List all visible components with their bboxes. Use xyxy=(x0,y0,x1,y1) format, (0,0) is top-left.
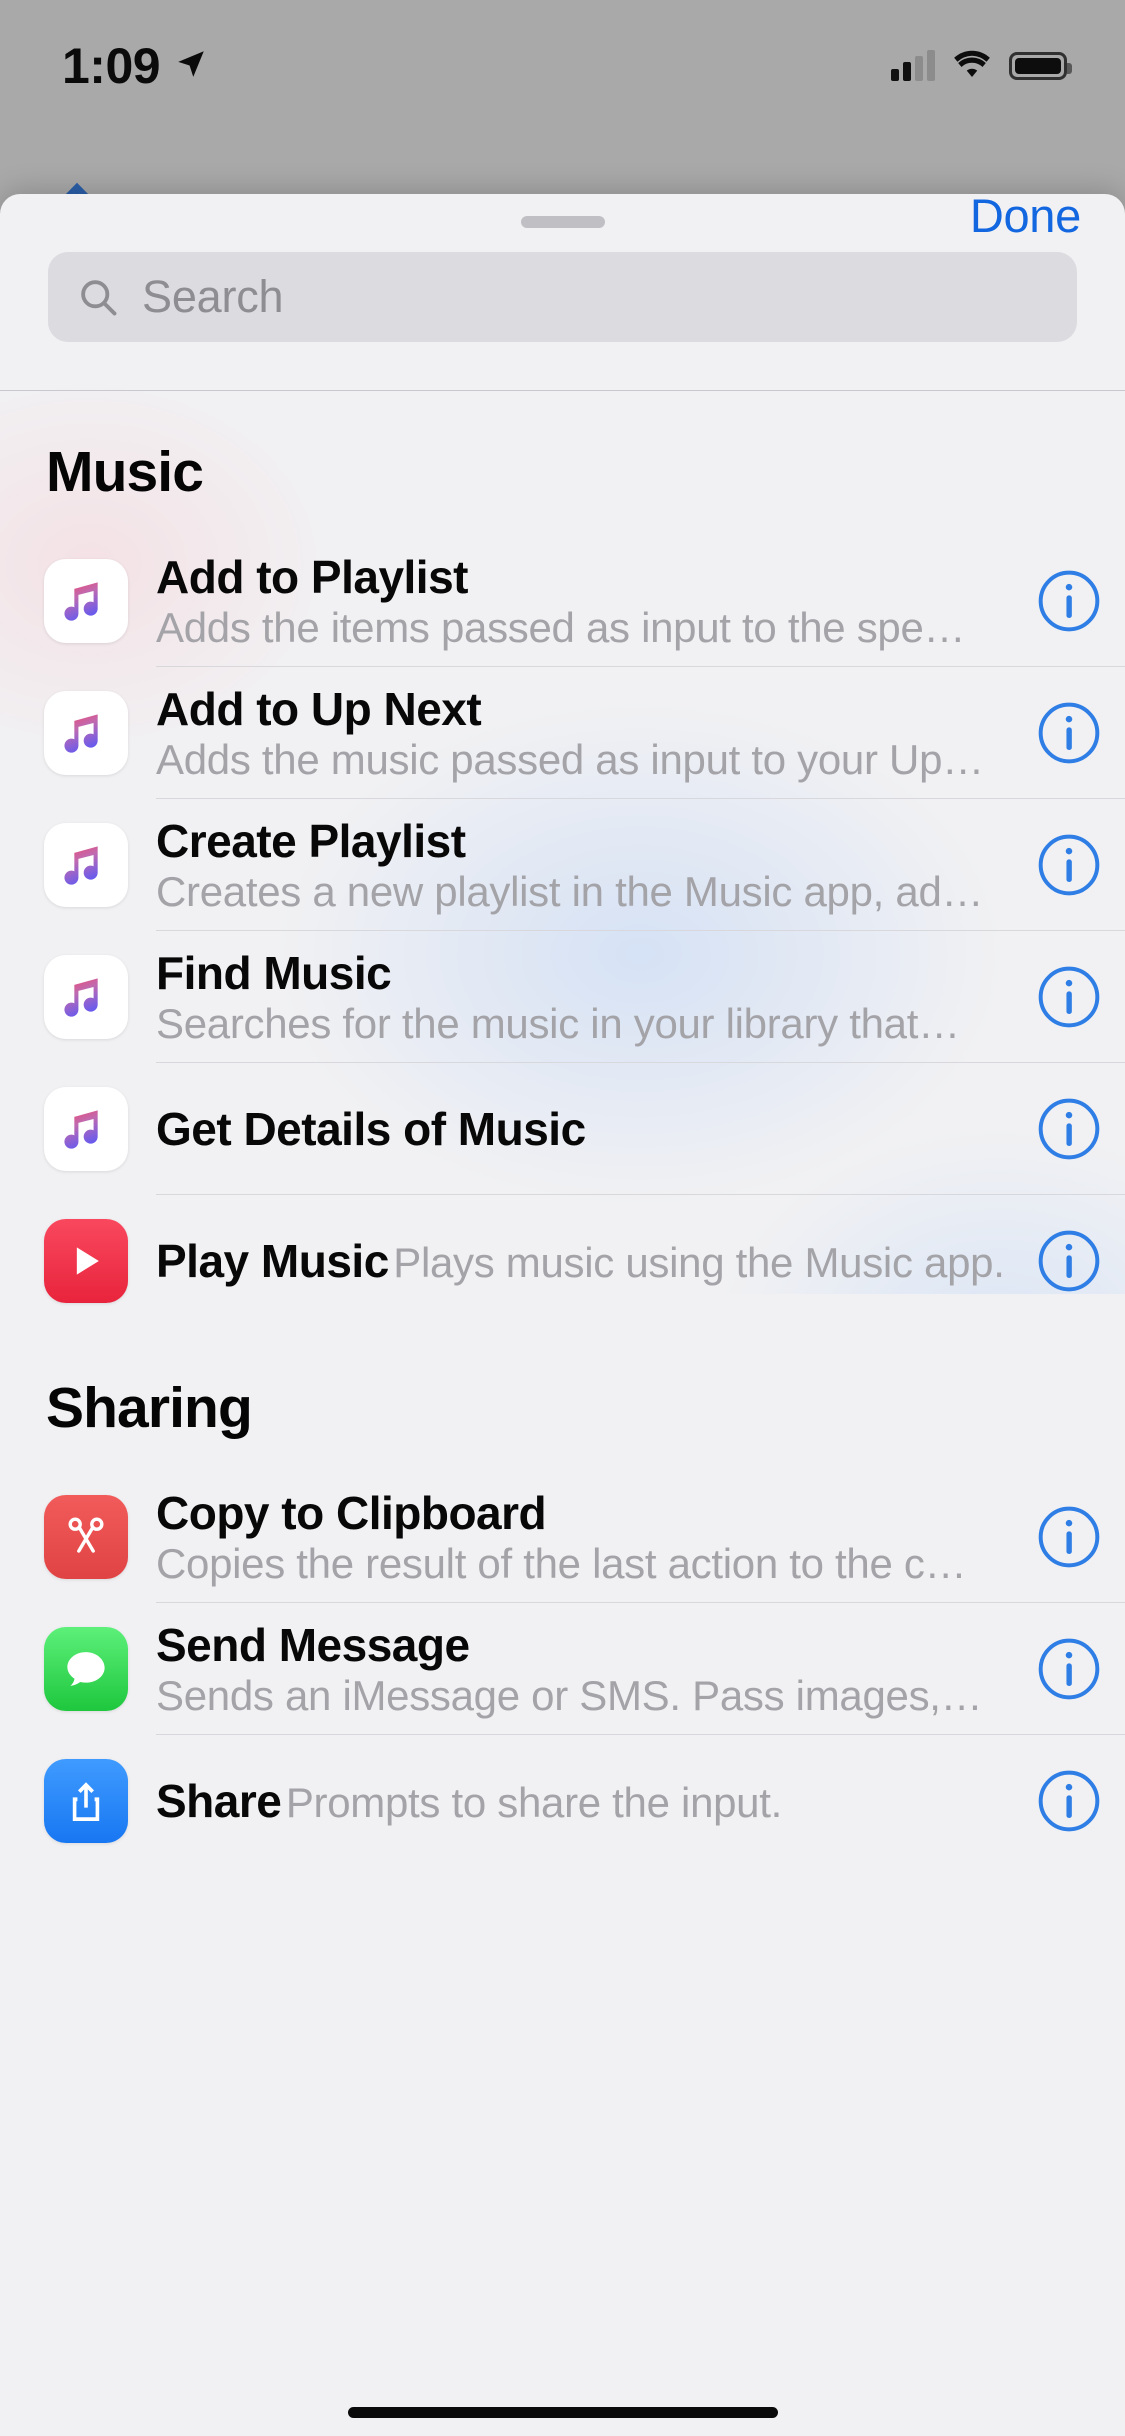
info-circle-icon[interactable] xyxy=(1035,831,1103,899)
action-row-text: Add to Up Next Adds the music passed as … xyxy=(128,682,1035,784)
sheet-grabber-handle[interactable] xyxy=(521,216,605,228)
music-app-icon xyxy=(44,955,128,1039)
action-row-text: Copy to Clipboard Copies the result of t… xyxy=(128,1486,1035,1588)
action-subtitle: Adds the items passed as input to the sp… xyxy=(156,604,965,651)
info-circle-icon[interactable] xyxy=(1035,1227,1103,1295)
section-header-sharing: Sharing xyxy=(0,1327,1125,1471)
play-music-icon xyxy=(44,1219,128,1303)
action-title: Play Music xyxy=(156,1235,389,1287)
search-bar-container xyxy=(0,252,1125,342)
location-arrow-icon xyxy=(174,47,208,86)
action-title: Add to Playlist xyxy=(156,551,468,603)
share-sheet-icon xyxy=(44,1759,128,1843)
action-title: Get Details of Music xyxy=(156,1103,586,1155)
info-circle-icon[interactable] xyxy=(1035,567,1103,635)
action-row-text: Play Music Plays music using the Music a… xyxy=(128,1234,1035,1288)
search-input[interactable] xyxy=(142,271,1049,323)
action-row-find-music[interactable]: Find Music Searches for the music in you… xyxy=(0,931,1125,1063)
action-title: Send Message xyxy=(156,1619,470,1671)
action-row-text: Add to Playlist Adds the items passed as… xyxy=(128,550,1035,652)
action-row-create-playlist[interactable]: Create Playlist Creates a new playlist i… xyxy=(0,799,1125,931)
action-title: Copy to Clipboard xyxy=(156,1487,546,1539)
action-title: Find Music xyxy=(156,947,391,999)
action-row-text: Share Prompts to share the input. xyxy=(128,1774,1035,1828)
action-row-text: Find Music Searches for the music in you… xyxy=(128,946,1035,1048)
action-picker-sheet: Music Add to Playlist Adds the items pas… xyxy=(0,194,1125,2436)
info-circle-icon[interactable] xyxy=(1035,699,1103,767)
action-subtitle: Copies the result of the last action to … xyxy=(156,1540,966,1587)
section-header-music: Music xyxy=(0,391,1125,535)
action-row-text: Send Message Sends an iMessage or SMS. P… xyxy=(128,1618,1035,1720)
music-app-icon xyxy=(44,823,128,907)
info-circle-icon[interactable] xyxy=(1035,1503,1103,1571)
action-row-add-to-playlist[interactable]: Add to Playlist Adds the items passed as… xyxy=(0,535,1125,667)
status-bar-clock: 1:09 xyxy=(62,37,160,95)
status-bar-right xyxy=(891,48,1067,85)
action-subtitle: Plays music using the Music app. xyxy=(393,1239,1004,1286)
info-circle-icon[interactable] xyxy=(1035,1635,1103,1703)
status-bar: 1:09 xyxy=(0,0,1125,132)
music-app-icon xyxy=(44,691,128,775)
action-title: Share xyxy=(156,1775,281,1827)
action-subtitle: Adds the music passed as input to your U… xyxy=(156,736,984,783)
messages-app-icon xyxy=(44,1627,128,1711)
action-row-add-to-up-next[interactable]: Add to Up Next Adds the music passed as … xyxy=(0,667,1125,799)
info-circle-icon[interactable] xyxy=(1035,1095,1103,1163)
music-app-icon xyxy=(44,1087,128,1171)
battery-icon xyxy=(1009,52,1067,80)
action-subtitle: Sends an iMessage or SMS. Pass images,… xyxy=(156,1672,982,1719)
copy-clipboard-icon xyxy=(44,1495,128,1579)
home-indicator[interactable] xyxy=(348,2407,778,2418)
background-done-button[interactable]: Done xyxy=(970,188,1081,243)
info-circle-icon[interactable] xyxy=(1035,1767,1103,1835)
action-row-copy-to-clipboard[interactable]: Copy to Clipboard Copies the result of t… xyxy=(0,1471,1125,1603)
search-bar[interactable] xyxy=(48,252,1077,342)
action-title: Add to Up Next xyxy=(156,683,481,735)
action-subtitle: Searches for the music in your library t… xyxy=(156,1000,960,1047)
action-row-share[interactable]: Share Prompts to share the input. xyxy=(0,1735,1125,1867)
search-icon xyxy=(76,275,120,319)
action-subtitle: Creates a new playlist in the Music app,… xyxy=(156,868,983,915)
cellular-signal-icon xyxy=(891,51,935,81)
action-row-send-message[interactable]: Send Message Sends an iMessage or SMS. P… xyxy=(0,1603,1125,1735)
action-row-play-music[interactable]: Play Music Plays music using the Music a… xyxy=(0,1195,1125,1327)
action-row-text: Create Playlist Creates a new playlist i… xyxy=(128,814,1035,916)
action-title: Create Playlist xyxy=(156,815,466,867)
action-subtitle: Prompts to share the input. xyxy=(286,1779,782,1826)
music-app-icon xyxy=(44,559,128,643)
status-bar-left: 1:09 xyxy=(62,37,208,95)
action-row-text: Get Details of Music xyxy=(128,1102,1035,1156)
action-list[interactable]: Music Add to Playlist Adds the items pas… xyxy=(0,391,1125,2436)
action-row-get-details-of-music[interactable]: Get Details of Music xyxy=(0,1063,1125,1195)
wifi-icon xyxy=(951,48,993,85)
info-circle-icon[interactable] xyxy=(1035,963,1103,1031)
